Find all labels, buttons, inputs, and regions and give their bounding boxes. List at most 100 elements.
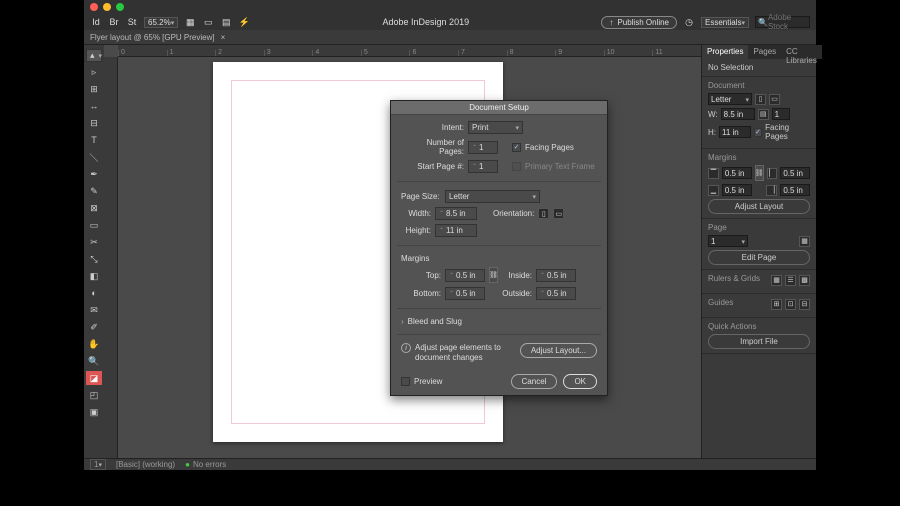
pencil-tool[interactable]: ✎ — [86, 184, 102, 198]
info-icon: i — [401, 343, 411, 353]
selection-tool[interactable]: ▴ — [86, 49, 102, 62]
default-fill-stroke-icon[interactable]: ◰ — [86, 388, 102, 402]
smart-guides-icon[interactable]: ⊡ — [785, 299, 796, 310]
arrange-docs-icon[interactable]: ▤ — [220, 16, 232, 28]
width-field-dlg[interactable]: 8.5 in — [435, 207, 477, 220]
horizontal-ruler[interactable]: 01234567891011 — [118, 45, 701, 57]
page-nav[interactable]: 1 — [90, 459, 106, 470]
margin-outside-field[interactable]: 0.5 in — [780, 184, 810, 196]
close-tab-icon[interactable]: × — [221, 33, 226, 42]
stock-icon[interactable]: St — [126, 16, 138, 28]
width-field[interactable]: 8.5 in — [721, 108, 755, 120]
view-options-icon[interactable]: ▦ — [184, 16, 196, 28]
import-file-button[interactable]: Import File — [708, 334, 810, 349]
start-page-field[interactable]: 1 — [468, 160, 498, 173]
adjust-layout-button[interactable]: Adjust Layout — [708, 199, 810, 214]
m-inside-field[interactable]: 0.5 in — [536, 269, 576, 282]
orientation-portrait-dlg-icon[interactable]: ▯ — [538, 208, 549, 219]
gap-tool[interactable]: ↔ — [86, 99, 102, 113]
m-outside-field[interactable]: 0.5 in — [536, 287, 576, 300]
height-label: Height: — [401, 226, 431, 235]
page-number-select[interactable]: 1 — [708, 235, 748, 247]
eyedropper-tool[interactable]: ✐ — [86, 320, 102, 334]
height-field[interactable]: 11 in — [719, 126, 751, 138]
line-tool[interactable]: ＼ — [86, 150, 102, 164]
gradient-swatch-tool[interactable]: ◧ — [86, 269, 102, 283]
bridge-icon[interactable]: Br — [108, 16, 120, 28]
app-title: Adobe InDesign 2019 — [250, 17, 601, 27]
bleed-slug-toggle[interactable]: Bleed and Slug — [401, 317, 597, 326]
document-tab[interactable]: Flyer layout @ 65% [GPU Preview] × — [84, 30, 816, 45]
gradient-feather-tool[interactable]: ◐ — [86, 286, 102, 300]
page-size-select[interactable]: Letter — [708, 93, 752, 105]
zoom-tool[interactable]: 🔍 — [86, 354, 102, 368]
search-input[interactable]: 🔍 Adobe Stock — [755, 16, 810, 28]
screen-mode-icon[interactable]: ▭ — [202, 16, 214, 28]
tab-properties[interactable]: Properties — [702, 45, 748, 59]
document-section-head: Document — [708, 81, 810, 90]
primary-text-frame-label: Primary Text Frame — [525, 162, 595, 171]
lock-guides-icon[interactable]: ⊟ — [799, 299, 810, 310]
margin-bottom-field[interactable]: 0.5 in — [722, 184, 752, 196]
adjust-layout-dlg-button[interactable]: Adjust Layout... — [520, 343, 597, 358]
fill-stroke-proxy[interactable]: ◪ — [86, 371, 102, 385]
orientation-landscape-dlg-icon[interactable]: ▭ — [553, 208, 564, 219]
pen-tool[interactable]: ✒ — [86, 167, 102, 181]
guides-show-icon[interactable]: ⊞ — [771, 299, 782, 310]
page-size-select-dlg[interactable]: Letter — [445, 190, 540, 203]
direct-selection-tool[interactable]: ▹ — [86, 65, 102, 79]
start-page-label: Start Page #: — [401, 162, 464, 171]
screen-mode-tool[interactable]: ▣ — [86, 405, 102, 419]
m-top-field[interactable]: 0.5 in — [445, 269, 485, 282]
rectangle-frame-tool[interactable]: ⊠ — [86, 201, 102, 215]
link-margins-icon[interactable]: ⛓ — [755, 165, 764, 181]
orientation-landscape-icon[interactable]: ▭ — [769, 94, 780, 105]
page-options-icon[interactable]: ▦ — [799, 236, 810, 247]
document-setup-dialog: Document Setup Intent: Print Number of P… — [390, 100, 608, 396]
intent-select[interactable]: Print — [468, 121, 523, 134]
content-collector-tool[interactable]: ⊟ — [86, 116, 102, 130]
ok-button[interactable]: OK — [563, 374, 597, 389]
baseline-grid-icon[interactable]: ☰ — [785, 275, 796, 286]
maximize-window-icon[interactable] — [116, 3, 124, 11]
gpu-preview-icon[interactable]: ⚡ — [238, 16, 250, 28]
margin-top-field[interactable]: 0.5 in — [722, 167, 752, 179]
hand-tool[interactable]: ✋ — [86, 337, 102, 351]
minimize-window-icon[interactable] — [103, 3, 111, 11]
preflight-profile[interactable]: [Basic] (working) — [116, 460, 175, 469]
sync-settings-icon[interactable]: ◷ — [683, 16, 695, 28]
guides-label: Guides — [708, 298, 768, 307]
pages-count-field[interactable]: 1 — [772, 108, 790, 120]
link-margins-dlg-icon[interactable]: ⛓ — [489, 267, 498, 283]
tab-cc-libraries[interactable]: CC Libraries — [781, 45, 822, 59]
height-field-dlg[interactable]: 11 in — [435, 224, 477, 237]
type-tool[interactable]: T — [86, 133, 102, 147]
orientation-portrait-icon[interactable]: ▯ — [755, 94, 766, 105]
page-section-head: Page — [708, 223, 810, 232]
doc-grid-icon[interactable]: ▩ — [799, 275, 810, 286]
grid-display-icon[interactable]: ▦ — [771, 275, 782, 286]
facing-pages-checkbox-dlg[interactable] — [512, 143, 521, 152]
publish-online-button[interactable]: ↑ Publish Online — [601, 16, 677, 29]
vertical-ruler[interactable] — [104, 57, 118, 458]
edit-page-button[interactable]: Edit Page — [708, 250, 810, 265]
preflight-status[interactable]: No errors — [185, 460, 226, 469]
margin-inside-field[interactable]: 0.5 in — [780, 167, 810, 179]
scissors-tool[interactable]: ✂ — [86, 235, 102, 249]
page-tool[interactable]: ⊞ — [86, 82, 102, 96]
workspace-select[interactable]: Essentials — [701, 17, 749, 28]
note-tool[interactable]: ✉ — [86, 303, 102, 317]
preview-checkbox[interactable] — [401, 377, 410, 386]
free-transform-tool[interactable]: ⤡ — [86, 252, 102, 266]
app-logo-icon: Id — [90, 16, 102, 28]
m-bottom-label: Bottom: — [401, 289, 441, 298]
facing-pages-checkbox[interactable] — [754, 128, 762, 137]
cancel-button[interactable]: Cancel — [511, 374, 558, 389]
close-window-icon[interactable] — [90, 3, 98, 11]
m-bottom-field[interactable]: 0.5 in — [445, 287, 485, 300]
zoom-select[interactable]: 65.2% — [144, 17, 178, 28]
tab-pages[interactable]: Pages — [748, 45, 781, 59]
margin-outside-icon: ▕ — [766, 185, 777, 196]
rectangle-tool[interactable]: ▭ — [86, 218, 102, 232]
num-pages-field[interactable]: 1 — [468, 141, 498, 154]
